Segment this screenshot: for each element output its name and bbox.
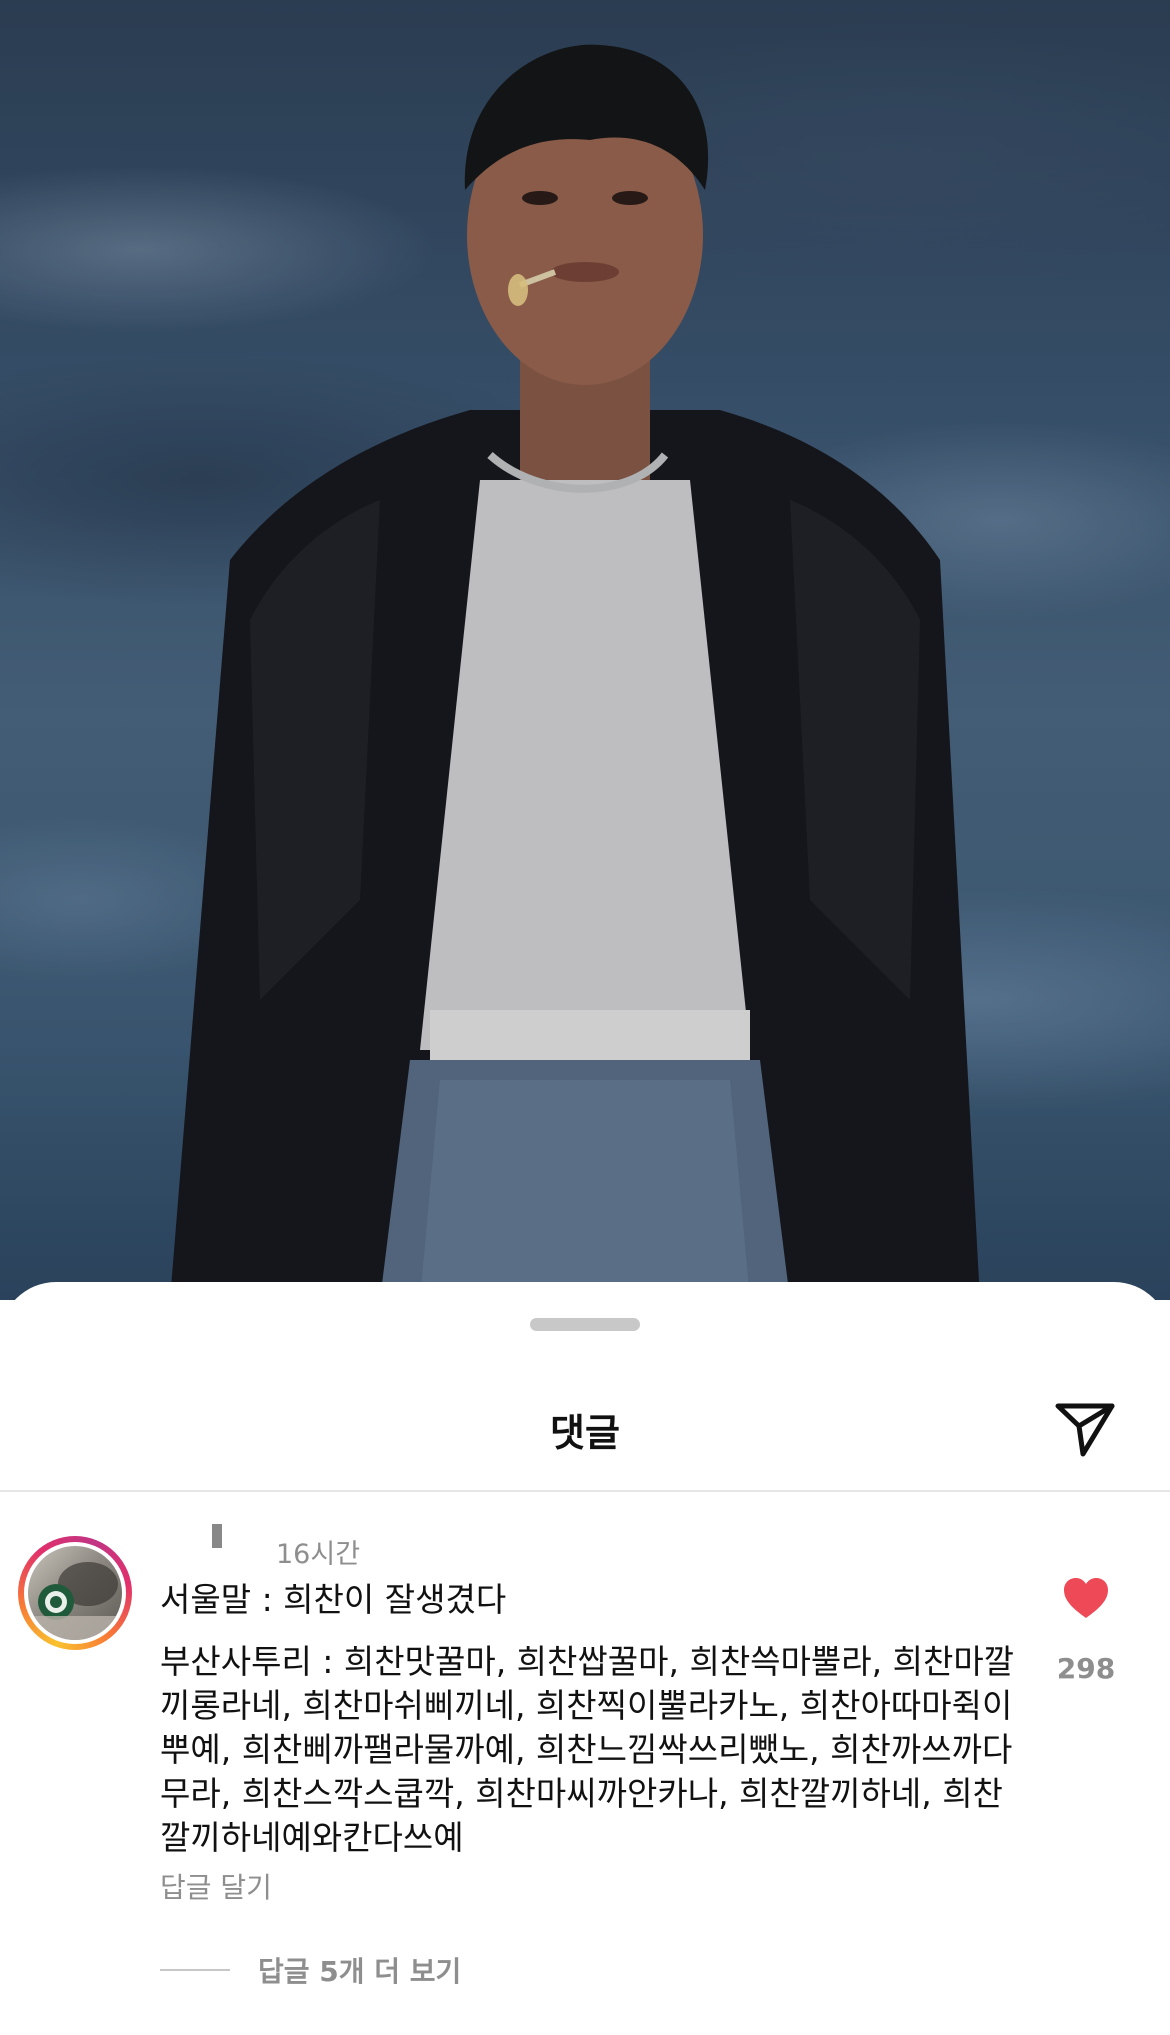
username-redacted[interactable] [212,1524,222,1548]
like-count: 298 [1056,1652,1116,1685]
view-more-replies-button[interactable]: 답글 5개 더 보기 [160,1950,461,1990]
avatar-frame [24,1542,126,1644]
comment-timestamp: 16시간 [276,1539,361,1570]
header-divider [0,1490,1170,1492]
reply-button[interactable]: 답글 달기 [160,1866,272,1906]
comment-line-busan: 부산사투리 : 희찬맛꿀마, 희찬쌉꿀마, 희찬쓱마뿔라, 희찬마깔끼롱라네, … [160,1642,1015,1857]
view-more-replies-label: 답글 5개 더 보기 [258,1955,462,1988]
screen: 댓글 16시간 서울말: 희찬이 잘생겼다 부산사투리: 희찬맛꿀마, 희찬… [0,0,1170,2035]
comments-sheet: 댓글 16시간 서울말: 희찬이 잘생겼다 부산사투리: 희찬맛꿀마, 희찬… [0,1282,1170,2035]
heart-icon[interactable] [1062,1576,1110,1620]
paper-plane-icon[interactable] [1050,1392,1120,1462]
comment-text: 서울말 : 희찬이 잘생겼다 부산사투리 : 희찬맛꿀마, 희찬쌉꿀마, 희찬쓱… [160,1578,1020,1860]
comment-line-seoul: 서울말 : 희찬이 잘생겼다 [160,1580,507,1619]
person-photo [0,0,1170,1300]
replies-divider-line [160,1969,230,1971]
avatar-photo [28,1546,122,1640]
sheet-title: 댓글 [550,1411,620,1455]
sheet-grabber[interactable] [530,1318,640,1331]
avatar[interactable] [18,1536,132,1650]
